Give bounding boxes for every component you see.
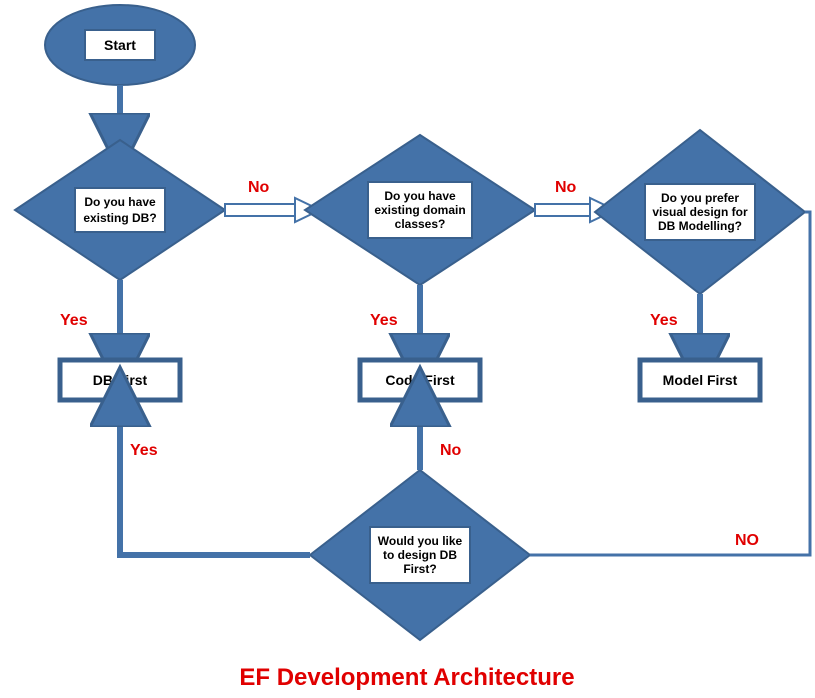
svg-text:Code First: Code First <box>385 372 455 388</box>
label-d2-yes: Yes <box>370 312 398 329</box>
svg-text:Do you prefer: Do you prefer <box>661 191 739 205</box>
svg-text:existing DB?: existing DB? <box>83 211 156 225</box>
label-d3-no: NO <box>735 532 759 549</box>
svg-text:classes?: classes? <box>395 217 446 231</box>
svg-text:First?: First? <box>403 562 436 576</box>
svg-text:DB Modelling?: DB Modelling? <box>658 219 742 233</box>
svg-text:existing domain: existing domain <box>374 203 465 217</box>
result-db-first: DB First <box>60 360 180 400</box>
start-label: Start <box>104 37 136 53</box>
label-d4-no: No <box>440 442 462 459</box>
label-d4-yes: Yes <box>130 442 158 459</box>
result-model-first: Model First <box>640 360 760 400</box>
flowchart-diagram: Start Do you have existing DB? No Do you… <box>0 0 815 698</box>
arrow-d4-yes <box>120 415 310 555</box>
decision-visual-design: Do you prefer visual design for DB Model… <box>595 130 805 294</box>
label-d3-yes: Yes <box>650 312 678 329</box>
svg-text:Do you have: Do you have <box>384 189 456 203</box>
decision-design-db-first: Would you like to design DB First? <box>310 470 530 640</box>
decision-existing-domain: Do you have existing domain classes? <box>305 135 535 285</box>
svg-text:Do you have: Do you have <box>84 195 156 209</box>
svg-text:to design DB: to design DB <box>383 548 457 562</box>
label-d1-yes: Yes <box>60 312 88 329</box>
svg-text:Model First: Model First <box>663 372 738 388</box>
svg-text:visual design for: visual design for <box>652 205 748 219</box>
diagram-title: EF Development Architecture <box>239 664 574 691</box>
label-d1-no: No <box>248 179 270 196</box>
start-node: Start <box>45 5 195 85</box>
label-d2-no: No <box>555 179 577 196</box>
result-code-first: Code First <box>360 360 480 400</box>
svg-text:DB First: DB First <box>93 372 148 388</box>
svg-text:Would you like: Would you like <box>378 534 463 548</box>
decision-existing-db: Do you have existing DB? <box>15 140 225 280</box>
